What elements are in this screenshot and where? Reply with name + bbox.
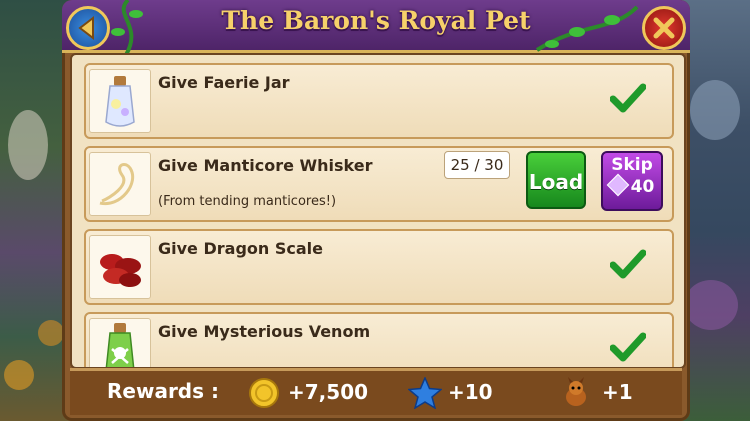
task-row: Give Manticore Whisker (From tending man…	[84, 146, 674, 222]
wizard-figure	[8, 110, 48, 180]
back-button[interactable]	[66, 6, 110, 50]
coins-reward-value: +7,500	[288, 380, 369, 404]
skip-cost-value: 40	[630, 177, 655, 197]
checkmark-icon	[610, 249, 646, 279]
load-button[interactable]: Load	[526, 151, 586, 209]
coin-icon	[249, 378, 279, 408]
task-row: Give Dragon Scale	[84, 229, 674, 305]
arrow-marker	[38, 320, 64, 346]
close-icon	[653, 17, 675, 39]
manticore-whisker-icon	[99, 163, 135, 206]
xp-reward-value: +10	[448, 380, 493, 404]
faerie-jar-icon	[105, 76, 135, 127]
task-list-panel[interactable]: Give Faerie Jar Give Manticore Whisker (…	[70, 53, 686, 369]
task-item-thumbnail	[89, 69, 151, 133]
task-label: Give Manticore Whisker	[158, 156, 373, 175]
rewards-bar: Rewards : +7,500 +10 +1	[70, 368, 682, 415]
dragon-scale-icon	[100, 254, 141, 287]
task-item-thumbnail	[89, 152, 151, 216]
task-item-thumbnail	[89, 318, 151, 367]
vine-decoration	[111, 0, 143, 56]
task-label: Give Faerie Jar	[158, 73, 290, 92]
xp-reward: +10	[407, 376, 493, 410]
close-button[interactable]	[642, 6, 686, 50]
item-reward: +1	[560, 377, 633, 407]
task-hint: (From tending manticores!)	[158, 194, 337, 209]
gem-icon	[606, 173, 629, 197]
pet-icon	[566, 377, 586, 406]
task-progress-counter: 25 / 30	[444, 151, 510, 179]
skip-label: Skip	[611, 155, 653, 175]
task-label: Give Mysterious Venom	[158, 322, 371, 341]
task-row: Give Mysterious Venom	[84, 312, 674, 367]
skip-cost: 40	[603, 173, 661, 197]
task-row: Give Faerie Jar	[84, 63, 674, 139]
task-label: Give Dragon Scale	[158, 239, 323, 258]
arrow-marker	[4, 360, 34, 390]
building	[684, 280, 738, 330]
checkmark-icon	[610, 332, 646, 362]
task-item-thumbnail	[89, 235, 151, 299]
star-icon	[407, 376, 443, 410]
castle-tower	[690, 80, 740, 140]
item-reward-value: +1	[602, 380, 633, 404]
checkmark-icon	[610, 83, 646, 113]
rewards-label: Rewards :	[107, 379, 219, 403]
skip-button[interactable]: Skip 40	[601, 151, 663, 211]
vine-decoration	[535, 5, 639, 52]
back-arrow-icon	[78, 15, 94, 41]
coins-reward: +7,500	[248, 377, 368, 408]
mysterious-venom-icon	[105, 323, 135, 367]
